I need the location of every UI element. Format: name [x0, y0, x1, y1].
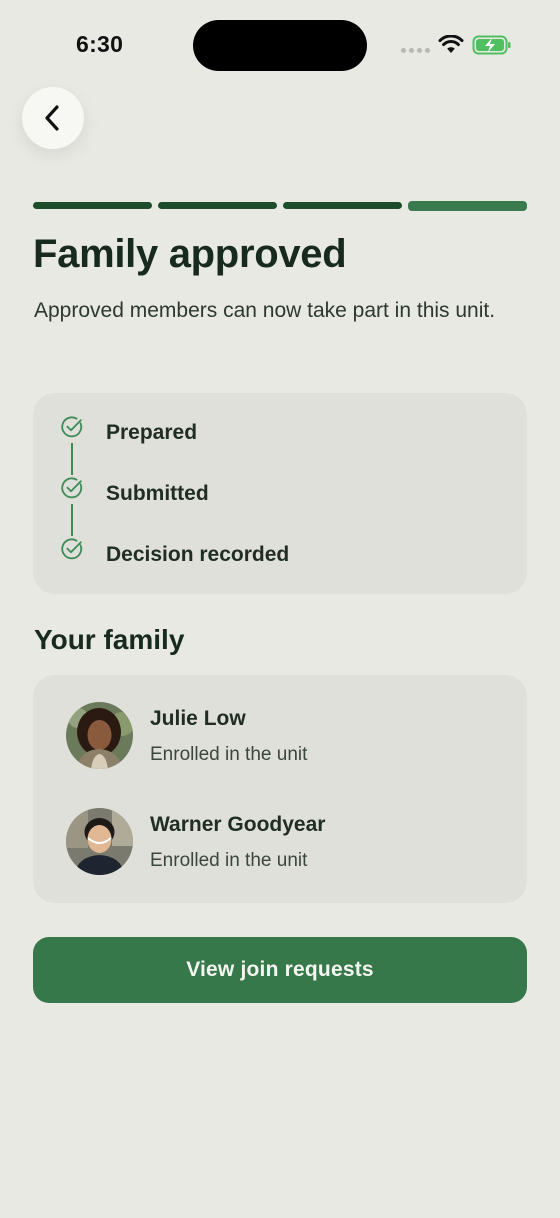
avatar-julie-low	[66, 702, 133, 769]
check-circle-icon	[61, 477, 83, 499]
view-join-requests-button[interactable]: View join requests	[33, 937, 527, 1003]
progress-segment-2	[158, 202, 277, 209]
progress-segment-1	[33, 202, 152, 209]
status-timeline-card: Prepared Submitted Decision recorded	[33, 393, 527, 594]
family-members-card: Julie Low Enrolled in the unit Warner Go…	[33, 675, 527, 903]
check-circle-icon	[61, 416, 83, 438]
check-circle-icon	[61, 538, 83, 560]
member-name: Warner Goodyear	[150, 813, 326, 836]
cellular-signal-icon	[401, 48, 430, 53]
chevron-left-icon	[45, 105, 59, 131]
progress-segment-3	[283, 202, 402, 209]
wifi-icon	[438, 35, 464, 53]
avatar-warner-goodyear	[66, 808, 133, 875]
dynamic-island	[193, 20, 367, 71]
timeline-connector	[71, 504, 73, 536]
family-section-title: Your family	[34, 624, 185, 655]
step-label-decision-recorded: Decision recorded	[106, 543, 290, 566]
member-status: Enrolled in the unit	[150, 744, 308, 765]
status-time: 6:30	[76, 31, 124, 57]
member-name: Julie Low	[150, 707, 246, 730]
step-label-submitted: Submitted	[106, 482, 209, 505]
progress-segment-4	[408, 201, 527, 211]
back-button[interactable]	[22, 87, 84, 149]
page-subtitle: Approved members can now take part in th…	[34, 299, 496, 322]
battery-charging-icon	[472, 35, 511, 55]
step-progress-bar	[33, 201, 527, 211]
step-label-prepared: Prepared	[106, 421, 198, 444]
status-bar: 6:30	[0, 0, 560, 92]
timeline-connector	[71, 443, 73, 475]
page-title: Family approved	[33, 232, 347, 276]
member-status: Enrolled in the unit	[150, 850, 308, 871]
